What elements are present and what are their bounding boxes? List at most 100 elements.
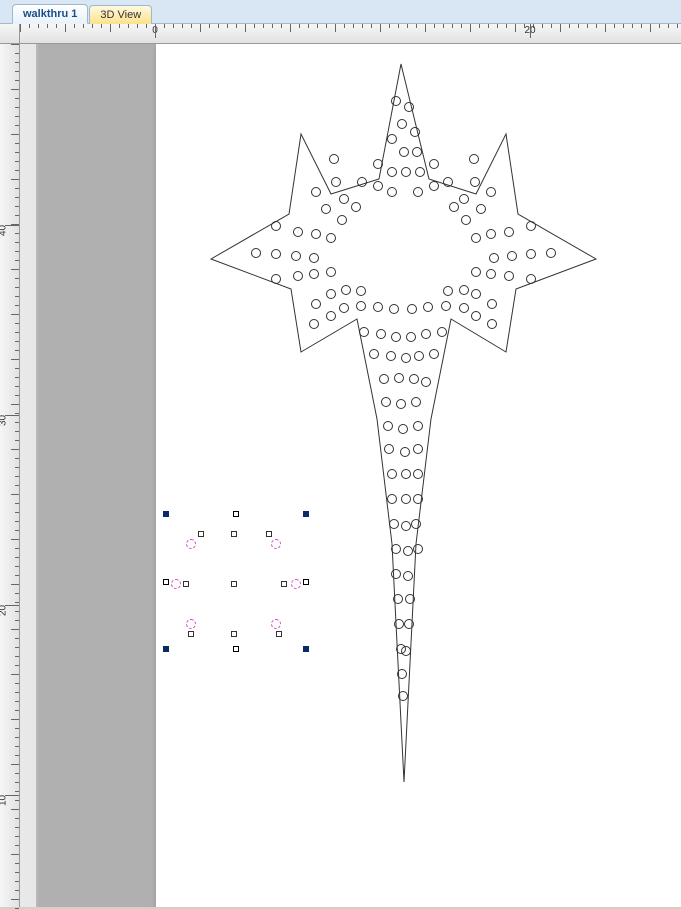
drill-hole[interactable] <box>360 328 369 337</box>
drill-hole[interactable] <box>402 647 411 656</box>
drill-hole[interactable] <box>405 103 414 112</box>
drill-hole[interactable] <box>397 645 406 654</box>
drill-hole[interactable] <box>399 425 408 434</box>
vector-node-handle[interactable] <box>276 631 282 637</box>
drill-hole[interactable] <box>397 400 406 409</box>
drill-hole[interactable] <box>388 168 397 177</box>
drill-hole[interactable] <box>332 178 341 187</box>
drill-hole[interactable] <box>415 352 424 361</box>
drill-hole[interactable] <box>422 378 431 387</box>
drill-hole[interactable] <box>462 216 471 225</box>
drill-hole[interactable] <box>294 228 303 237</box>
drill-hole[interactable] <box>430 182 439 191</box>
vector-node-handle[interactable] <box>188 631 194 637</box>
drill-hole[interactable] <box>470 155 479 164</box>
drill-hole[interactable] <box>413 148 422 157</box>
drill-hole[interactable] <box>395 374 404 383</box>
drill-hole[interactable] <box>340 304 349 313</box>
vector-node-handle[interactable] <box>231 581 237 587</box>
drill-hole[interactable] <box>412 398 421 407</box>
drill-hole[interactable] <box>272 275 281 284</box>
selection-edge-handle[interactable] <box>303 579 309 585</box>
vertical-ruler[interactable]: 10203040 <box>0 44 20 907</box>
selected-vector-marker[interactable] <box>186 539 196 549</box>
drill-hole[interactable] <box>460 195 469 204</box>
drill-hole[interactable] <box>472 312 481 321</box>
drill-hole[interactable] <box>488 320 497 329</box>
drill-hole[interactable] <box>310 320 319 329</box>
drill-hole[interactable] <box>402 495 411 504</box>
drill-hole[interactable] <box>392 97 401 106</box>
drill-hole[interactable] <box>410 375 419 384</box>
drill-hole[interactable] <box>487 230 496 239</box>
tab-walkthru[interactable]: walkthru 1 <box>12 4 88 24</box>
drill-hole[interactable] <box>505 228 514 237</box>
drill-hole[interactable] <box>490 254 499 263</box>
star-shape[interactable] <box>211 64 596 782</box>
drill-hole[interactable] <box>508 252 517 261</box>
drill-hole[interactable] <box>438 328 447 337</box>
selection-corner-handle[interactable] <box>303 646 309 652</box>
drill-hole[interactable] <box>352 203 361 212</box>
vector-node-handle[interactable] <box>266 531 272 537</box>
drill-hole[interactable] <box>384 422 393 431</box>
drill-hole[interactable] <box>310 270 319 279</box>
vector-node-handle[interactable] <box>281 581 287 587</box>
selection-corner-handle[interactable] <box>303 511 309 517</box>
drill-hole[interactable] <box>414 188 423 197</box>
drill-hole[interactable] <box>377 330 386 339</box>
drill-hole[interactable] <box>487 188 496 197</box>
drill-hole[interactable] <box>402 470 411 479</box>
drill-hole[interactable] <box>527 275 536 284</box>
drill-hole[interactable] <box>387 352 396 361</box>
vector-node-handle[interactable] <box>183 581 189 587</box>
drill-hole[interactable] <box>388 135 397 144</box>
drill-hole[interactable] <box>460 304 469 313</box>
drill-hole[interactable] <box>322 205 331 214</box>
drill-hole[interactable] <box>312 230 321 239</box>
drill-hole[interactable] <box>388 470 397 479</box>
drill-hole[interactable] <box>380 375 389 384</box>
drill-hole[interactable] <box>404 547 413 556</box>
drill-hole[interactable] <box>408 305 417 314</box>
drill-hole[interactable] <box>357 302 366 311</box>
drill-hole[interactable] <box>422 330 431 339</box>
drill-hole[interactable] <box>294 272 303 281</box>
drill-hole[interactable] <box>385 445 394 454</box>
vector-node-handle[interactable] <box>198 531 204 537</box>
drill-hole[interactable] <box>388 188 397 197</box>
drill-hole[interactable] <box>411 128 420 137</box>
drill-hole[interactable] <box>370 350 379 359</box>
selection-corner-handle[interactable] <box>163 511 169 517</box>
drill-hole[interactable] <box>382 398 391 407</box>
drill-hole[interactable] <box>402 354 411 363</box>
drill-hole[interactable] <box>407 333 416 342</box>
drill-hole[interactable] <box>404 572 413 581</box>
drill-hole[interactable] <box>310 254 319 263</box>
drill-hole[interactable] <box>327 312 336 321</box>
vector-drawing[interactable] <box>156 44 681 907</box>
selected-vector-marker[interactable] <box>271 539 281 549</box>
selected-vector-marker[interactable] <box>171 579 181 589</box>
drill-hole[interactable] <box>401 448 410 457</box>
selection-edge-handle[interactable] <box>233 511 239 517</box>
drill-hole[interactable] <box>472 268 481 277</box>
drill-hole[interactable] <box>472 290 481 299</box>
drill-hole[interactable] <box>327 290 336 299</box>
selected-vector-marker[interactable] <box>271 619 281 629</box>
drill-hole[interactable] <box>374 160 383 169</box>
drill-hole[interactable] <box>252 249 261 258</box>
drill-hole[interactable] <box>414 445 423 454</box>
drill-hole[interactable] <box>272 222 281 231</box>
drill-hole[interactable] <box>338 216 347 225</box>
drill-hole[interactable] <box>424 303 433 312</box>
drill-hole[interactable] <box>402 168 411 177</box>
drill-hole[interactable] <box>327 234 336 243</box>
drill-hole[interactable] <box>398 120 407 129</box>
drill-hole[interactable] <box>527 250 536 259</box>
drill-hole[interactable] <box>392 333 401 342</box>
drill-hole[interactable] <box>488 300 497 309</box>
drill-hole[interactable] <box>450 203 459 212</box>
vector-node-handle[interactable] <box>231 631 237 637</box>
drill-hole[interactable] <box>312 188 321 197</box>
